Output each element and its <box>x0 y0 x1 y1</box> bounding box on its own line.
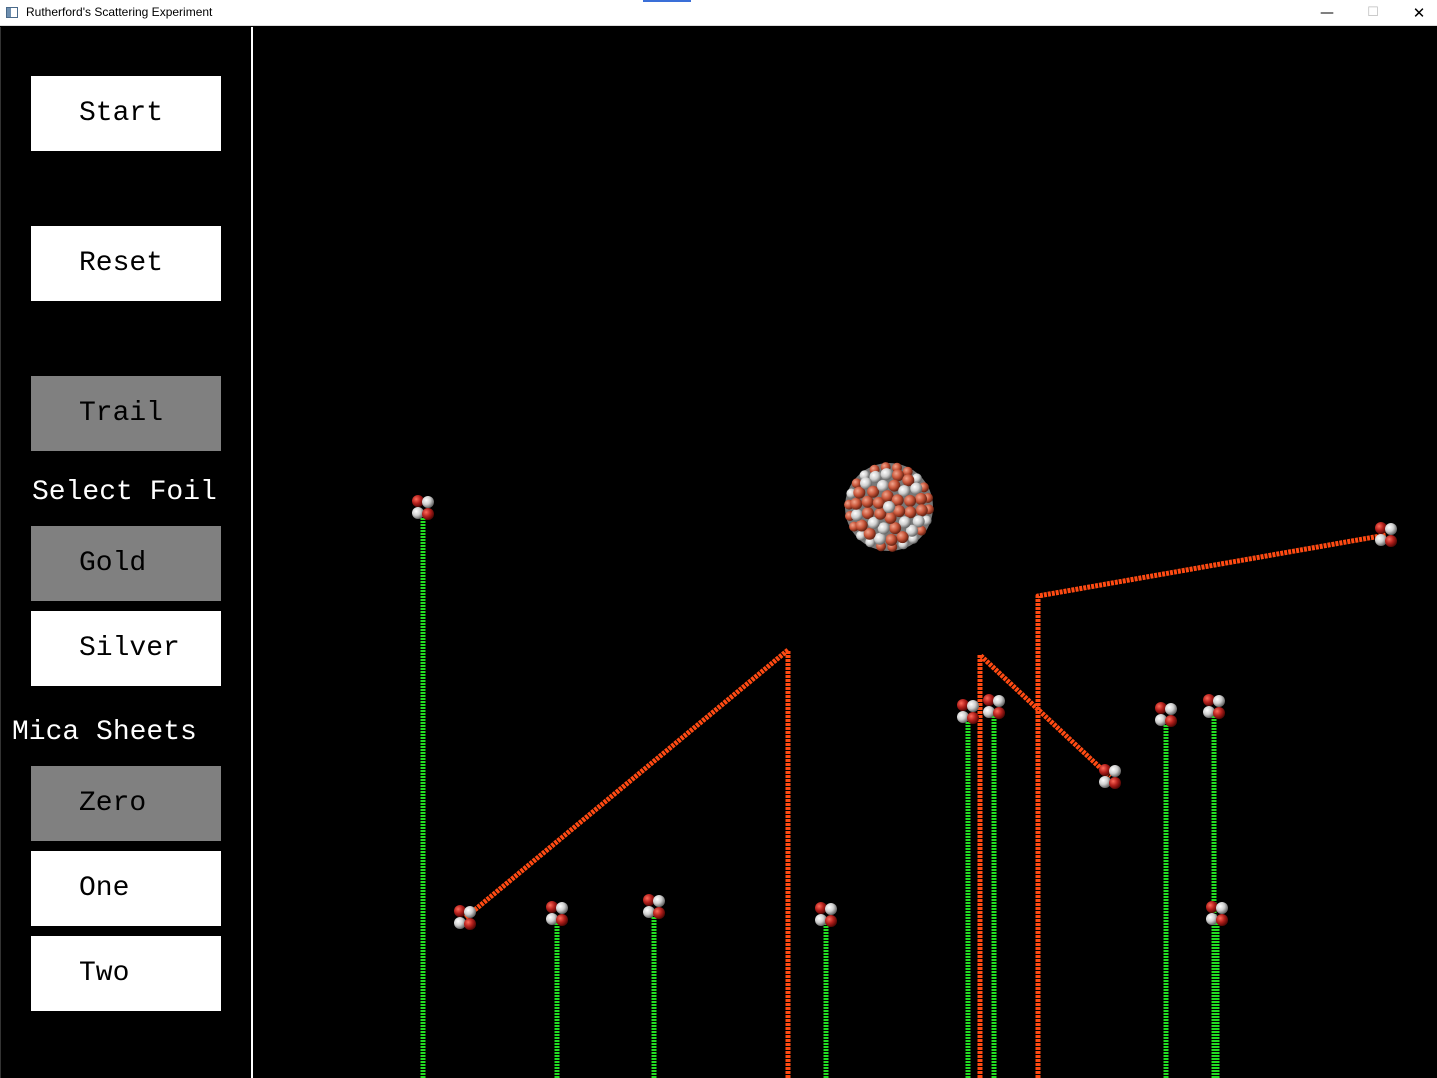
alpha-particle <box>815 902 837 927</box>
app-icon <box>6 7 18 18</box>
green-trails <box>420 512 1220 1078</box>
alpha-particle <box>546 901 568 926</box>
mica-sheets-label: Mica Sheets <box>12 717 197 748</box>
title-bar: Rutherford's Scattering Experiment — ☐ ✕ <box>0 0 1437 26</box>
nucleon <box>851 509 863 522</box>
nucleon <box>876 479 889 492</box>
title-accent <box>643 0 691 2</box>
alpha-particle <box>1375 522 1397 547</box>
nucleon <box>910 482 923 495</box>
alpha-particle <box>1206 901 1228 926</box>
simulation-canvas <box>412 462 1397 1078</box>
gold-foil-button[interactable]: Gold <box>31 526 221 601</box>
gold-nucleus <box>844 462 934 552</box>
minimize-button[interactable]: — <box>1304 0 1350 26</box>
alpha-particle <box>454 905 476 930</box>
nucleon <box>874 532 886 545</box>
nucleon <box>889 522 902 535</box>
mica-two-button[interactable]: Two <box>31 936 221 1011</box>
trail-scattered <box>463 647 791 1078</box>
start-button[interactable]: Start <box>31 76 221 151</box>
nucleon <box>885 533 898 546</box>
control-panel: Start Reset Trail Select Foil Gold Silve… <box>0 27 251 1078</box>
alpha-particle <box>957 699 979 724</box>
mica-one-button[interactable]: One <box>31 851 221 926</box>
select-foil-label: Select Foil <box>32 477 217 508</box>
nucleon <box>893 505 906 518</box>
alpha-particle <box>412 495 434 520</box>
nucleon <box>855 519 868 532</box>
window-title: Rutherford's Scattering Experiment <box>26 5 213 19</box>
alpha-particle <box>983 694 1005 719</box>
alpha-particle <box>1155 702 1177 727</box>
nucleon <box>915 492 927 505</box>
nucleon <box>883 501 895 513</box>
scattered-trails <box>463 532 1387 1078</box>
trail-button[interactable]: Trail <box>31 376 221 451</box>
close-button[interactable]: ✕ <box>1396 0 1437 26</box>
nucleon <box>904 494 917 507</box>
window-left-edge <box>0 27 1 1078</box>
reset-button[interactable]: Reset <box>31 226 221 301</box>
nucleon <box>892 469 904 482</box>
nucleon <box>880 468 893 481</box>
nucleon <box>881 490 894 503</box>
alpha-particle <box>643 894 665 919</box>
maximize-button[interactable]: ☐ <box>1350 0 1396 26</box>
nucleon <box>850 497 863 510</box>
mica-zero-button[interactable]: Zero <box>31 766 221 841</box>
silver-foil-button[interactable]: Silver <box>31 611 221 686</box>
alpha-particle <box>1203 694 1225 719</box>
nucleon <box>915 504 928 517</box>
